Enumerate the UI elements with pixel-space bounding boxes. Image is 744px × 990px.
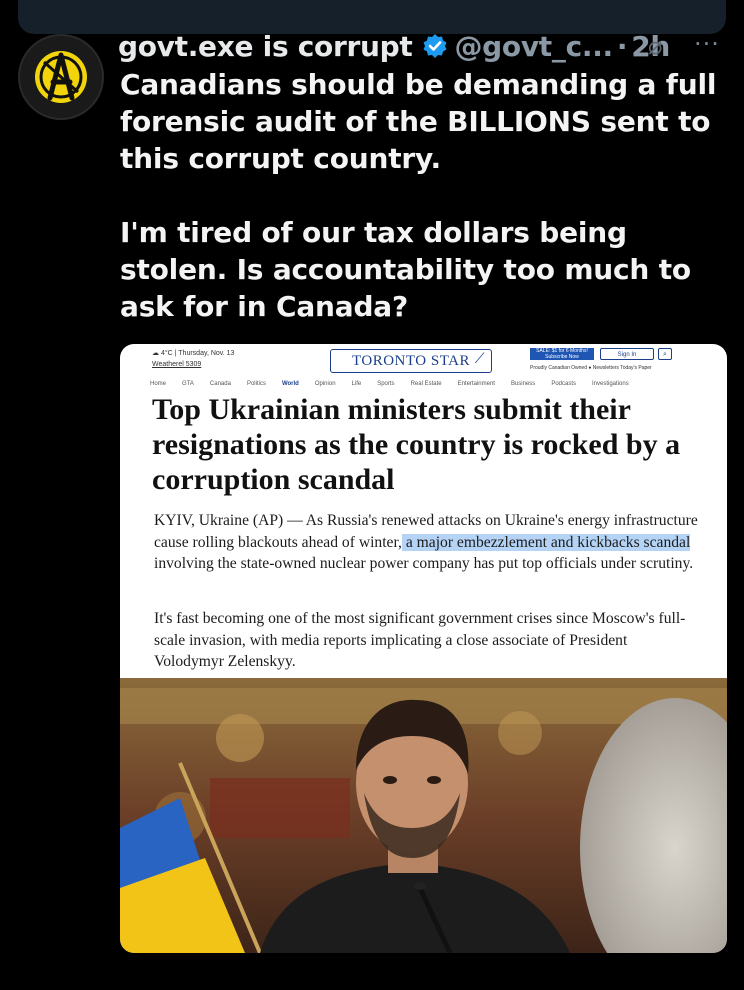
lede-text-end: involving the state-owned nuclear power … <box>154 555 694 572</box>
nav-item: Home <box>150 381 167 387</box>
article-photo <box>120 678 727 953</box>
article-paragraph: It's fast becoming one of the most signi… <box>154 610 686 670</box>
tweet-header: govt.exe is corrupt @govt_c... · 2h ⌀ ··… <box>118 26 738 66</box>
weather-link: Weatherel 5309 <box>152 361 202 368</box>
nav-item: Sports <box>377 381 395 387</box>
more-options-icon[interactable]: ··· <box>694 30 720 58</box>
handle[interactable]: @govt_c... <box>454 30 613 63</box>
separator-dot: · <box>616 29 628 63</box>
nav-item: Canada <box>209 381 231 387</box>
sign-in-button: Sign In <box>600 348 654 360</box>
tweet-media-image[interactable]: ☁ 4°C | Thursday, Nov. 13 Weatherel 5309… <box>120 344 727 953</box>
subscribe-button: SALE: $1 for 6 Months! Subscribe Now <box>530 348 594 360</box>
verified-badge-icon <box>422 33 448 59</box>
article-nav: Home GTA Canada Politics World Opinion L… <box>150 381 710 391</box>
lede-highlighted-text: a major embezzlement and kickbacks scand… <box>401 533 691 551</box>
star-logo-mark-icon: ⟋ <box>474 352 485 367</box>
weather-text: 4°C | Thursday, Nov. 13 <box>160 350 235 357</box>
nav-item: Investigations <box>592 381 629 387</box>
nav-item: Politics <box>246 381 266 387</box>
nav-item: Real Estate <box>410 381 442 387</box>
article-headline: Top Ukrainian ministers submit their res… <box>152 393 681 496</box>
search-icon: ⌕ <box>658 348 672 360</box>
cloud-icon: ☁ <box>152 350 161 357</box>
nav-item: Life <box>351 381 362 387</box>
nav-item-active: World <box>281 381 299 387</box>
tweet-text: Canadians should be demanding a full for… <box>120 66 730 325</box>
article-lede: KYIV, Ukraine (AP) — As Russia's renewed… <box>154 510 699 575</box>
masthead-subline: Proudly Canadian Owned ● Newsletters Tod… <box>530 365 652 371</box>
nav-item: Opinion <box>314 381 336 387</box>
nav-item: Podcasts <box>551 381 576 387</box>
logo-text: TORONTO STAR <box>351 352 470 369</box>
tweet-paragraph: Canadians should be demanding a full for… <box>120 68 717 175</box>
toronto-star-logo: TORONTO STAR ⟋ <box>330 349 492 373</box>
grok-icon[interactable]: ⌀ <box>648 32 662 60</box>
nav-item: Business <box>510 381 536 387</box>
nav-item: Entertainment <box>457 381 495 387</box>
zelenskyy-photo-illustration <box>120 678 727 953</box>
weather-widget: ☁ 4°C | Thursday, Nov. 13 Weatherel 5309 <box>152 349 234 368</box>
tweet-paragraph: I'm tired of our tax dollars being stole… <box>120 216 691 323</box>
nav-item: GTA <box>182 381 194 387</box>
anarchy-logo-icon <box>35 51 87 103</box>
display-name[interactable]: govt.exe is corrupt <box>118 30 413 63</box>
masthead-actions: SALE: $1 for 6 Months! Subscribe Now Sig… <box>530 348 680 376</box>
avatar[interactable] <box>18 34 104 120</box>
